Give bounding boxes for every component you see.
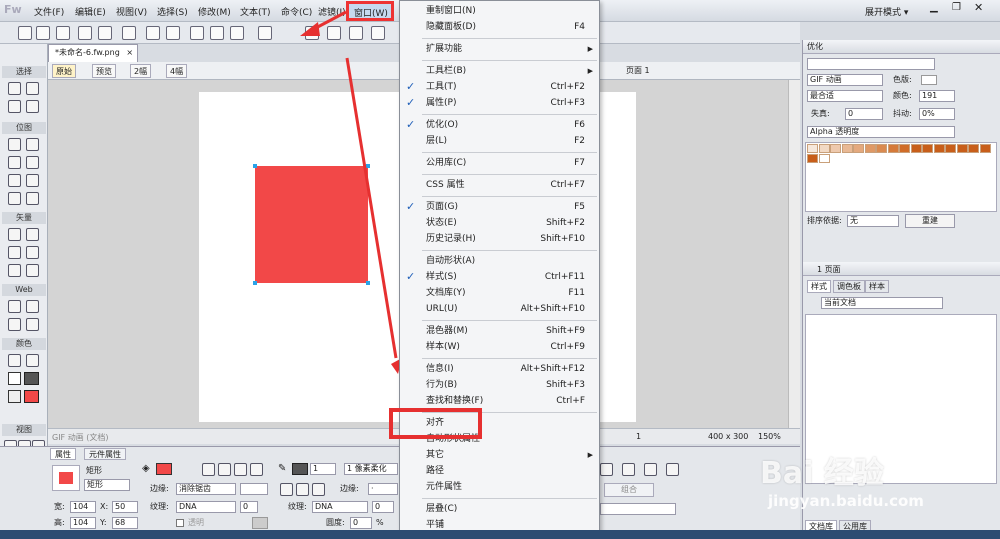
- window-menu-item[interactable]: ✓ 样式(S) Ctrl+F11: [400, 269, 599, 285]
- window-menu-item[interactable]: 状态(E) Shift+F2: [400, 215, 599, 231]
- window-menu-item[interactable]: ✓ 页面(G) F5: [400, 199, 599, 215]
- window-menu-item[interactable]: ✓ 属性(P) Ctrl+F3: [400, 95, 599, 111]
- menu-separator: [422, 114, 597, 115]
- arrow-to-align: [345, 57, 398, 359]
- menu-item-label: 层(L): [426, 136, 448, 146]
- checkmark-icon: ✓: [406, 118, 416, 131]
- window-menu-item[interactable]: 层(L) F2: [400, 133, 599, 149]
- menu-item-label: 状态(E): [426, 218, 457, 228]
- window-menu-item[interactable]: 其它 ▶: [400, 447, 599, 463]
- window-menu-item[interactable]: 历史记录(H) Shift+F10: [400, 231, 599, 247]
- menu-separator: [422, 358, 597, 359]
- checkmark-icon: ✓: [406, 96, 416, 109]
- menu-item-label: 工具栏(B): [426, 66, 467, 76]
- menu-separator: [422, 174, 597, 175]
- menu-item-shortcut: F4: [574, 22, 585, 32]
- menu-item-label: 样式(S): [426, 272, 457, 282]
- menu-item-shortcut: Shift+F3: [546, 380, 585, 390]
- window-menu-item[interactable]: 公用库(C) F7: [400, 155, 599, 171]
- window-menu-item[interactable]: 隐藏面板(D) F4: [400, 19, 599, 35]
- menu-item-shortcut: F6: [574, 120, 585, 130]
- menu-item-shortcut: Alt+Shift+F12: [520, 364, 585, 374]
- menu-item-label: 隐藏面板(D): [426, 22, 476, 32]
- menu-item-label: 公用库(C): [426, 158, 467, 168]
- menu-item-label: 样本(W): [426, 342, 460, 352]
- menu-item-shortcut: Ctrl+F11: [544, 272, 585, 282]
- menu-item-label: 查找和替换(F): [426, 396, 484, 406]
- menu-item-label: 文档库(Y): [426, 288, 466, 298]
- window-menu-item[interactable]: 自动形状(A): [400, 253, 599, 269]
- checkmark-icon: ✓: [406, 270, 416, 283]
- menu-separator: [422, 152, 597, 153]
- checkmark-icon: ✓: [406, 200, 416, 213]
- window-menu-item[interactable]: 样本(W) Ctrl+F9: [400, 339, 599, 355]
- menu-item-shortcut: F2: [574, 136, 585, 146]
- menu-item-shortcut: F5: [574, 202, 585, 212]
- window-menu-item[interactable]: ✓ 工具(T) Ctrl+F2: [400, 79, 599, 95]
- window-menu-item[interactable]: 信息(I) Alt+Shift+F12: [400, 361, 599, 377]
- taskbar: [0, 530, 1000, 539]
- menu-item-label: 工具(T): [426, 82, 457, 92]
- window-menu-item[interactable]: 扩展功能 ▶: [400, 41, 599, 57]
- menu-separator: [422, 250, 597, 251]
- submenu-arrow-icon: ▶: [587, 451, 593, 459]
- window-menu-item[interactable]: CSS 属性 Ctrl+F7: [400, 177, 599, 193]
- menu-item-shortcut: Shift+F10: [540, 234, 585, 244]
- menu-item-shortcut: Shift+F2: [546, 218, 585, 228]
- window-menu-item[interactable]: URL(U) Alt+Shift+F10: [400, 301, 599, 317]
- menu-item-shortcut: F11: [568, 288, 585, 298]
- window-menu-item[interactable]: 元件属性: [400, 479, 599, 495]
- checkmark-icon: ✓: [406, 80, 416, 93]
- menu-item-shortcut: Ctrl+F9: [550, 342, 585, 352]
- window-menu-item[interactable]: 查找和替换(F) Ctrl+F: [400, 393, 599, 409]
- submenu-arrow-icon: ▶: [587, 45, 593, 53]
- menu-item-label: 扩展功能: [426, 44, 463, 54]
- menu-item-label: 层叠(C): [426, 504, 458, 514]
- window-menu-item[interactable]: 路径: [400, 463, 599, 479]
- menu-item-shortcut: Ctrl+F3: [550, 98, 585, 108]
- menu-item-label: URL(U): [426, 304, 458, 314]
- window-menu-item[interactable]: ✓ 优化(O) F6: [400, 117, 599, 133]
- menu-item-label: 行为(B): [426, 380, 458, 390]
- menu-item-shortcut: Shift+F9: [546, 326, 585, 336]
- menu-item-label: 重制窗口(N): [426, 6, 476, 16]
- submenu-arrow-icon: ▶: [587, 67, 593, 75]
- fireworks-window: Fw 文件(F) 编辑(E) 视图(V) 选择(S) 修改(M) 文本(T) 命…: [0, 0, 1000, 539]
- window-menu-item[interactable]: 混色器(M) Shift+F9: [400, 323, 599, 339]
- menu-item-shortcut: Ctrl+F2: [550, 82, 585, 92]
- window-menu-item[interactable]: 工具栏(B) ▶: [400, 63, 599, 79]
- menu-item-label: 元件属性: [426, 482, 463, 492]
- highlight-align: [389, 408, 482, 439]
- window-menu-item[interactable]: 行为(B) Shift+F3: [400, 377, 599, 393]
- menu-separator: [422, 60, 597, 61]
- menu-item-shortcut: F7: [574, 158, 585, 168]
- arrow-head-toolbar: [300, 22, 320, 36]
- menu-separator: [422, 196, 597, 197]
- menu-item-label: 历史记录(H): [426, 234, 476, 244]
- window-menu-item[interactable]: 重制窗口(N): [400, 3, 599, 19]
- window-menu-item[interactable]: 层叠(C): [400, 501, 599, 517]
- menu-separator: [422, 320, 597, 321]
- menu-separator: [422, 38, 597, 39]
- menu-separator: [422, 498, 597, 499]
- menu-item-shortcut: Ctrl+F7: [550, 180, 585, 190]
- menu-item-label: 混色器(M): [426, 326, 468, 336]
- menu-item-label: 页面(G): [426, 202, 458, 212]
- menu-item-label: 其它: [426, 450, 445, 460]
- menu-item-label: 自动形状(A): [426, 256, 476, 266]
- menu-item-label: 优化(O): [426, 120, 459, 130]
- menu-item-label: 路径: [426, 466, 445, 476]
- window-menu-item[interactable]: 文档库(Y) F11: [400, 285, 599, 301]
- menu-item-label: 属性(P): [426, 98, 457, 108]
- window-menu-dropdown: 重制窗口(N) 隐藏面板(D) F4 扩展功能 ▶ 工具栏(B) ▶ ✓ 工具(T) Ctrl+F…: [399, 0, 600, 539]
- menu-item-label: CSS 属性: [426, 180, 465, 190]
- menu-item-shortcut: Alt+Shift+F10: [520, 304, 585, 314]
- menu-item-shortcut: Ctrl+F: [556, 396, 585, 406]
- menu-item-label: 信息(I): [426, 364, 454, 374]
